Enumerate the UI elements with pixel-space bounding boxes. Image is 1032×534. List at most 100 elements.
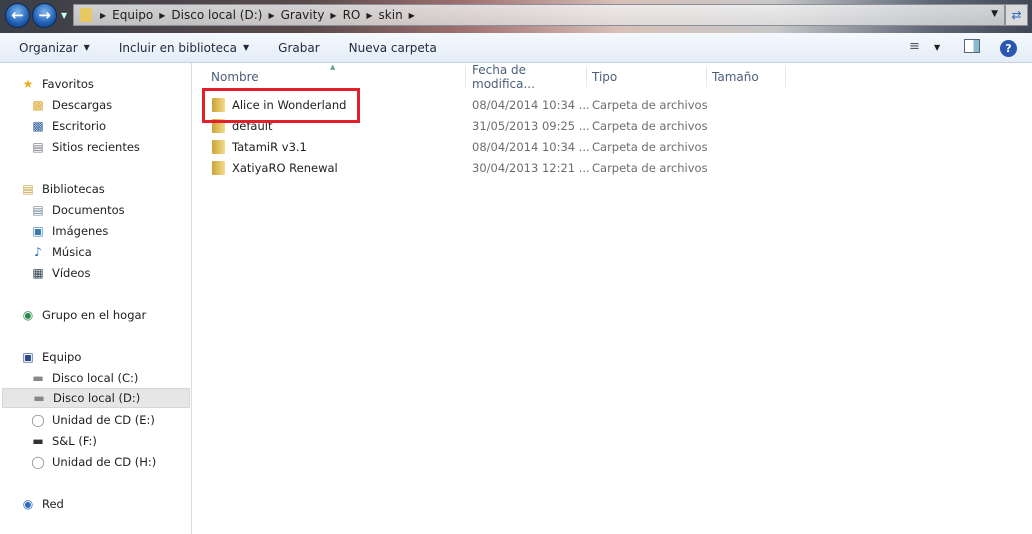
drive-icon: ▬ (32, 371, 44, 385)
view-details-icon[interactable]: ≡ (909, 39, 920, 54)
include-library-label: Incluir en biblioteca (118, 40, 238, 55)
preview-pane-icon[interactable] (964, 39, 980, 53)
label: S&L (F:) (52, 434, 97, 448)
cd-drive-icon: ◯ (31, 455, 45, 469)
breadcrumb-item[interactable]: Equipo (112, 8, 153, 22)
column-header-name[interactable]: Nombre (206, 66, 466, 87)
view-dropdown-icon[interactable]: ▼ (934, 43, 940, 52)
back-button[interactable]: ← (5, 3, 30, 28)
file-date: 08/04/2014 10:34 ... (472, 98, 590, 112)
include-library-button[interactable]: Incluir en biblioteca ▼ (119, 41, 249, 55)
folder-icon (80, 8, 92, 22)
chevron-down-icon: ▼ (83, 43, 90, 52)
breadcrumb-item[interactable]: Disco local (D:) (171, 8, 262, 22)
recent-pages-dropdown[interactable]: ▼ (61, 11, 67, 20)
address-bar[interactable]: ▶ Equipo ▶ Disco local (D:) ▶ Gravity ▶ RO ▶… (73, 4, 1005, 26)
label: Nombre (211, 69, 259, 84)
breadcrumb-item[interactable]: RO (343, 8, 361, 22)
label: Descargas (52, 98, 113, 112)
file-date: 31/05/2013 09:25 ... (472, 119, 590, 133)
sidebar-item-pictures[interactable]: ▣ Imágenes (0, 221, 190, 241)
forward-button[interactable]: → (32, 3, 57, 28)
folder-icon (212, 161, 225, 175)
address-dropdown-icon[interactable]: ▼ (991, 9, 998, 19)
chevron-right-icon[interactable]: ▶ (330, 11, 336, 20)
file-type: Carpeta de archivos (592, 161, 708, 175)
network-icon: ◉ (22, 497, 34, 511)
column-header-type[interactable]: Tipo (587, 66, 707, 87)
label: Unidad de CD (E:) (52, 413, 155, 427)
label: Tamaño (712, 69, 759, 84)
sidebar-item-downloads[interactable]: ▩ Descargas (0, 95, 190, 115)
chevron-right-icon[interactable]: ▶ (366, 11, 372, 20)
label: Disco local (C:) (52, 371, 139, 385)
sidebar-item-libraries[interactable]: ▤ Bibliotecas (0, 179, 190, 199)
sidebar-item-desktop[interactable]: ▩ Escritorio (0, 116, 190, 136)
sidebar-item-drive-d[interactable]: ▬ Disco local (D:) (2, 388, 190, 408)
sidebar-item-drive-c[interactable]: ▬ Disco local (C:) (0, 368, 190, 388)
file-list: Nombre ▲ Fecha de modifica... Tipo Tamañ… (193, 63, 1032, 534)
column-header-size[interactable]: Tamaño (707, 66, 786, 87)
label: Música (52, 245, 92, 259)
label: Red (42, 497, 64, 511)
sort-ascending-icon: ▲ (330, 63, 336, 71)
file-row[interactable]: TatamiR v3.1 08/04/2014 10:34 ... Carpeta … (193, 137, 793, 157)
chevron-right-icon[interactable]: ▶ (100, 11, 106, 20)
videos-icon: ▦ (32, 266, 44, 280)
sidebar-item-videos[interactable]: ▦ Vídeos (0, 263, 190, 283)
help-icon[interactable]: ? (1000, 40, 1017, 57)
sidebar-item-computer[interactable]: ▣ Equipo (0, 347, 190, 367)
file-type: Carpeta de archivos (592, 140, 708, 154)
sidebar-item-music[interactable]: ♪ Música (0, 242, 190, 262)
sidebar-item-network[interactable]: ◉ Red (0, 494, 190, 514)
cd-drive-icon: ◯ (31, 413, 45, 427)
pictures-icon: ▣ (32, 224, 44, 238)
command-bar: Organizar ▼ Incluir en biblioteca ▼ Grabar… (0, 33, 1032, 63)
star-icon: ★ (22, 77, 34, 91)
chevron-right-icon[interactable]: ▶ (159, 11, 165, 20)
file-date: 30/04/2013 12:21 ... (472, 161, 590, 175)
label: Bibliotecas (42, 182, 105, 196)
sidebar-item-recent-places[interactable]: ▤ Sitios recientes (0, 137, 190, 157)
label: Imágenes (52, 224, 109, 238)
sidebar-item-cd-e[interactable]: ◯ Unidad de CD (E:) (0, 410, 190, 430)
computer-icon: ▣ (22, 350, 34, 364)
sidebar-item-drive-f[interactable]: ▬ S&L (F:) (0, 431, 190, 451)
burn-button[interactable]: Grabar (278, 41, 320, 55)
removable-drive-icon: ▬ (32, 434, 44, 448)
label: Disco local (D:) (53, 391, 141, 405)
sidebar-item-favorites[interactable]: ★ Favoritos (0, 74, 190, 94)
sidebar-item-documents[interactable]: ▤ Documentos (0, 200, 190, 220)
column-header-date[interactable]: Fecha de modifica... (467, 63, 587, 91)
desktop-icon: ▩ (32, 119, 44, 133)
breadcrumb-item[interactable]: skin (379, 8, 403, 22)
music-icon: ♪ (34, 245, 42, 259)
organize-label: Organizar (19, 40, 78, 55)
documents-icon: ▤ (32, 203, 44, 217)
highlight-annotation-box (202, 88, 360, 123)
breadcrumb-item[interactable]: Gravity (281, 8, 325, 22)
file-row[interactable]: XatiyaRO Renewal 30/04/2013 12:21 ... Carp… (193, 158, 793, 178)
file-type: Carpeta de archivos (592, 119, 708, 133)
sidebar-item-cd-h[interactable]: ◯ Unidad de CD (H:) (0, 452, 190, 472)
chevron-right-icon[interactable]: ▶ (409, 11, 415, 20)
navigation-pane: ★ Favoritos ▩ Descargas ▩ Escritorio ▤ Sitio… (0, 63, 192, 534)
label: Sitios recientes (52, 140, 140, 154)
organize-button[interactable]: Organizar ▼ (19, 41, 90, 55)
label: Equipo (42, 350, 82, 364)
label: Grupo en el hogar (42, 308, 147, 322)
label: Unidad de CD (H:) (52, 455, 157, 469)
recent-places-icon: ▤ (32, 140, 44, 154)
chevron-right-icon[interactable]: ▶ (268, 11, 274, 20)
label: Documentos (52, 203, 125, 217)
libraries-icon: ▤ (22, 182, 34, 196)
title-bar: ← → ▼ ▶ Equipo ▶ Disco local (D:) ▶ Gravity… (0, 0, 1032, 33)
sidebar-item-homegroup[interactable]: ◉ Grupo en el hogar (0, 305, 190, 325)
label: Fecha de modifica... (472, 62, 535, 91)
refresh-button[interactable]: ⇄ (1005, 4, 1028, 26)
new-folder-button[interactable]: Nueva carpeta (349, 41, 437, 55)
label: Escritorio (52, 119, 107, 133)
chevron-down-icon: ▼ (243, 43, 250, 52)
label: Tipo (592, 69, 618, 84)
file-name: XatiyaRO Renewal (232, 161, 338, 175)
